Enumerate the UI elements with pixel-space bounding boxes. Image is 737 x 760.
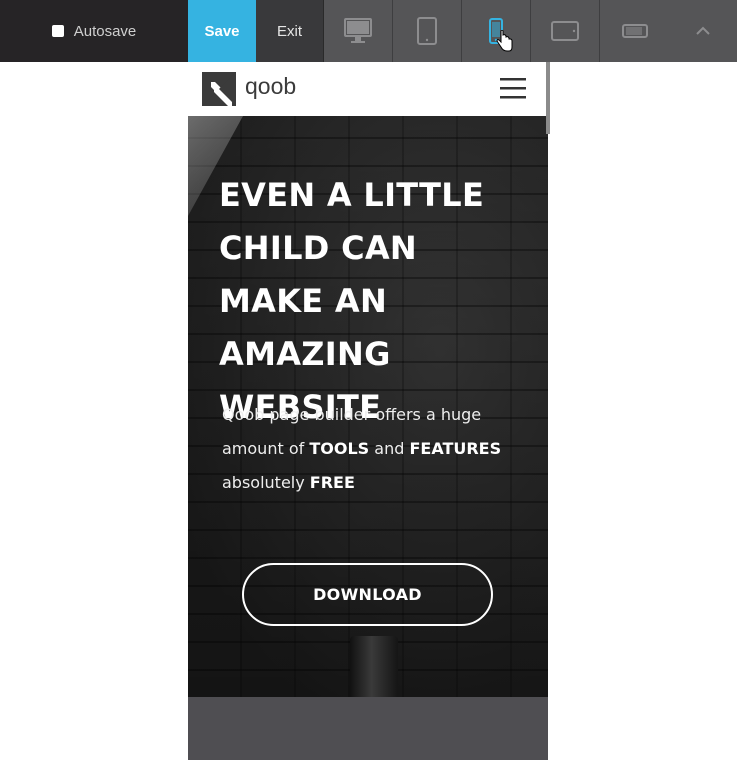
site-logo[interactable]: qoob	[202, 72, 296, 106]
hero-text-features: FEATURES	[409, 439, 502, 458]
autosave-label: Autosave	[73, 22, 137, 40]
autosave-toggle[interactable]: Autosave	[0, 0, 188, 62]
chevron-up-icon	[696, 26, 710, 35]
logo-mark-icon	[202, 72, 236, 106]
hero-text-part: absolutely	[222, 473, 310, 492]
device-desktop-button[interactable]	[324, 0, 393, 62]
hamburger-icon[interactable]	[500, 77, 526, 99]
device-phone-landscape-button[interactable]	[600, 0, 669, 62]
desktop-icon	[344, 18, 372, 43]
device-tablet-landscape-button[interactable]	[531, 0, 600, 62]
builder-toolbar: Autosave Save Exit	[0, 0, 737, 62]
save-button[interactable]: Save	[188, 0, 256, 62]
phone-landscape-icon	[621, 24, 648, 38]
hero-section: EVEN A LITTLE CHILD CAN MAKE AN AMAZING …	[188, 116, 548, 697]
device-tablet-portrait-button[interactable]	[393, 0, 462, 62]
hero-text-part: and	[369, 439, 410, 458]
hero-spray-can-image	[350, 636, 398, 697]
exit-button[interactable]: Exit	[256, 0, 324, 62]
hero-text-free: FREE	[309, 473, 355, 492]
next-section	[188, 697, 548, 760]
hero-title: EVEN A LITTLE CHILD CAN MAKE AN AMAZING …	[219, 176, 485, 426]
logo-text: qoob	[245, 72, 297, 99]
collapse-toolbar-button[interactable]	[669, 0, 737, 62]
preview-scrollbar[interactable]	[546, 62, 550, 134]
tablet-landscape-icon	[551, 21, 579, 41]
hero-description: Qoob page builder offers a huge amount o…	[222, 398, 522, 500]
site-header: qoob	[188, 62, 548, 116]
download-button[interactable]: DOWNLOAD	[242, 563, 493, 626]
mobile-preview-frame: qoob EVEN A LITTLE CHILD CAN MAKE AN AMA…	[188, 62, 548, 760]
mouse-pointer-icon	[496, 30, 513, 52]
autosave-checkbox[interactable]	[51, 25, 64, 37]
hero-text-tools: TOOLS	[309, 439, 370, 458]
tablet-portrait-icon	[417, 17, 437, 45]
